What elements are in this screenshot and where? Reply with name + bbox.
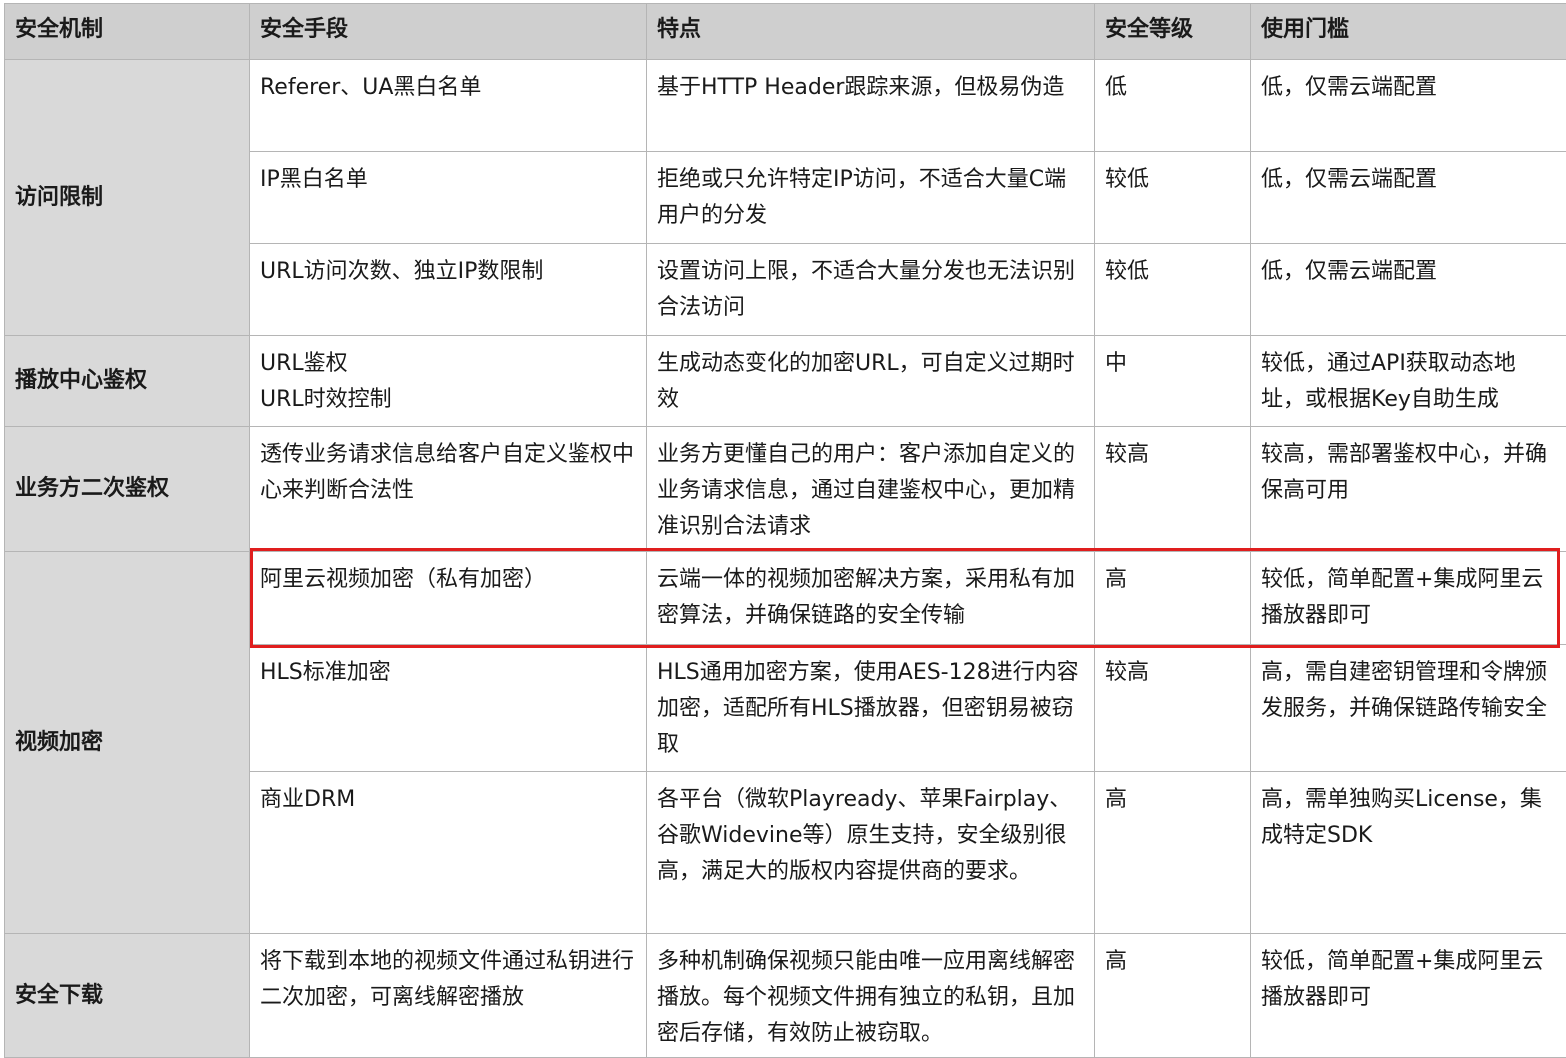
- means-cell: HLS标准加密: [249, 644, 647, 772]
- mechanism-cell: 视频加密: [4, 551, 250, 934]
- header-mechanism: 安全机制: [4, 3, 250, 60]
- mechanism-cell: 业务方二次鉴权: [4, 426, 250, 552]
- level-cell: 高: [1094, 933, 1251, 1058]
- threshold-cell: 较低，简单配置+集成阿里云播放器即可: [1250, 551, 1566, 645]
- threshold-cell: 低，仅需云端配置: [1250, 151, 1566, 244]
- threshold-cell: 较低，通过API获取动态地址，或根据Key自助生成: [1250, 335, 1566, 427]
- header-feature: 特点: [646, 3, 1095, 60]
- threshold-cell: 较高，需部署鉴权中心，并确保高可用: [1250, 426, 1566, 552]
- level-cell: 中: [1094, 335, 1251, 427]
- table-row: 播放中心鉴权 URL鉴权 URL时效控制 生成动态变化的加密URL，可自定义过期…: [4, 335, 1566, 427]
- means-cell: 商业DRM: [249, 771, 647, 934]
- feature-cell: 多种机制确保视频只能由唯一应用离线解密播放。每个视频文件拥有独立的私钥，且加密后…: [646, 933, 1095, 1058]
- means-cell: 将下载到本地的视频文件通过私钥进行二次加密，可离线解密播放: [249, 933, 647, 1058]
- level-cell: 较高: [1094, 426, 1251, 552]
- means-cell: Referer、UA黑白名单: [249, 59, 647, 152]
- threshold-cell: 低，仅需云端配置: [1250, 59, 1566, 152]
- header-means: 安全手段: [249, 3, 647, 60]
- feature-cell: 生成动态变化的加密URL，可自定义过期时效: [646, 335, 1095, 427]
- table-row: 访问限制 Referer、UA黑白名单 基于HTTP Header跟踪来源，但极…: [4, 59, 1566, 336]
- level-cell: 较低: [1094, 243, 1251, 336]
- mechanism-cell: 访问限制: [4, 59, 250, 336]
- feature-cell: 拒绝或只允许特定IP访问，不适合大量C端用户的分发: [646, 151, 1095, 244]
- level-cell: 高: [1094, 551, 1251, 645]
- means-cell: URL鉴权 URL时效控制: [249, 335, 647, 427]
- header-threshold: 使用门槛: [1250, 3, 1566, 60]
- means-cell: IP黑白名单: [249, 151, 647, 244]
- table-row: 视频加密 阿里云视频加密（私有加密） 云端一体的视频加密解决方案，采用私有加密算…: [4, 551, 1566, 934]
- table-row: 业务方二次鉴权 透传业务请求信息给客户自定义鉴权中心来判断合法性 业务方更懂自己…: [4, 426, 1566, 552]
- means-cell: 透传业务请求信息给客户自定义鉴权中心来判断合法性: [249, 426, 647, 552]
- means-cell: URL访问次数、独立IP数限制: [249, 243, 647, 336]
- level-cell: 较低: [1094, 151, 1251, 244]
- feature-cell: 设置访问上限，不适合大量分发也无法识别合法访问: [646, 243, 1095, 336]
- threshold-cell: 低，仅需云端配置: [1250, 243, 1566, 336]
- feature-cell: 基于HTTP Header跟踪来源，但极易伪造: [646, 59, 1095, 152]
- threshold-cell: 较低，简单配置+集成阿里云播放器即可: [1250, 933, 1566, 1058]
- threshold-cell: 高，需单独购买License，集成特定SDK: [1250, 771, 1566, 934]
- header-row: 安全机制 安全手段 特点 安全等级 使用门槛: [4, 3, 1566, 60]
- level-cell: 较高: [1094, 644, 1251, 772]
- feature-cell: 业务方更懂自己的用户：客户添加自定义的业务请求信息，通过自建鉴权中心，更加精准识…: [646, 426, 1095, 552]
- level-cell: 低: [1094, 59, 1251, 152]
- feature-cell: HLS通用加密方案，使用AES-128进行内容加密，适配所有HLS播放器，但密钥…: [646, 644, 1095, 772]
- threshold-cell: 高，需自建密钥管理和令牌颁发服务，并确保链路传输安全: [1250, 644, 1566, 772]
- feature-cell: 各平台（微软Playready、苹果Fairplay、谷歌Widevine等）原…: [646, 771, 1095, 934]
- mechanism-cell: 播放中心鉴权: [4, 335, 250, 427]
- level-cell: 高: [1094, 771, 1251, 934]
- mechanism-cell: 安全下载: [4, 933, 250, 1058]
- feature-cell: 云端一体的视频加密解决方案，采用私有加密算法，并确保链路的安全传输: [646, 551, 1095, 645]
- security-table-container: 安全机制 安全手段 特点 安全等级 使用门槛 访问限制 Referer、UA黑白…: [4, 3, 1566, 1058]
- security-comparison-table: 安全机制 安全手段 特点 安全等级 使用门槛 访问限制 Referer、UA黑白…: [4, 3, 1566, 1058]
- means-cell: 阿里云视频加密（私有加密）: [249, 551, 647, 645]
- header-level: 安全等级: [1094, 3, 1251, 60]
- table-row: 安全下载 将下载到本地的视频文件通过私钥进行二次加密，可离线解密播放 多种机制确…: [4, 933, 1566, 1058]
